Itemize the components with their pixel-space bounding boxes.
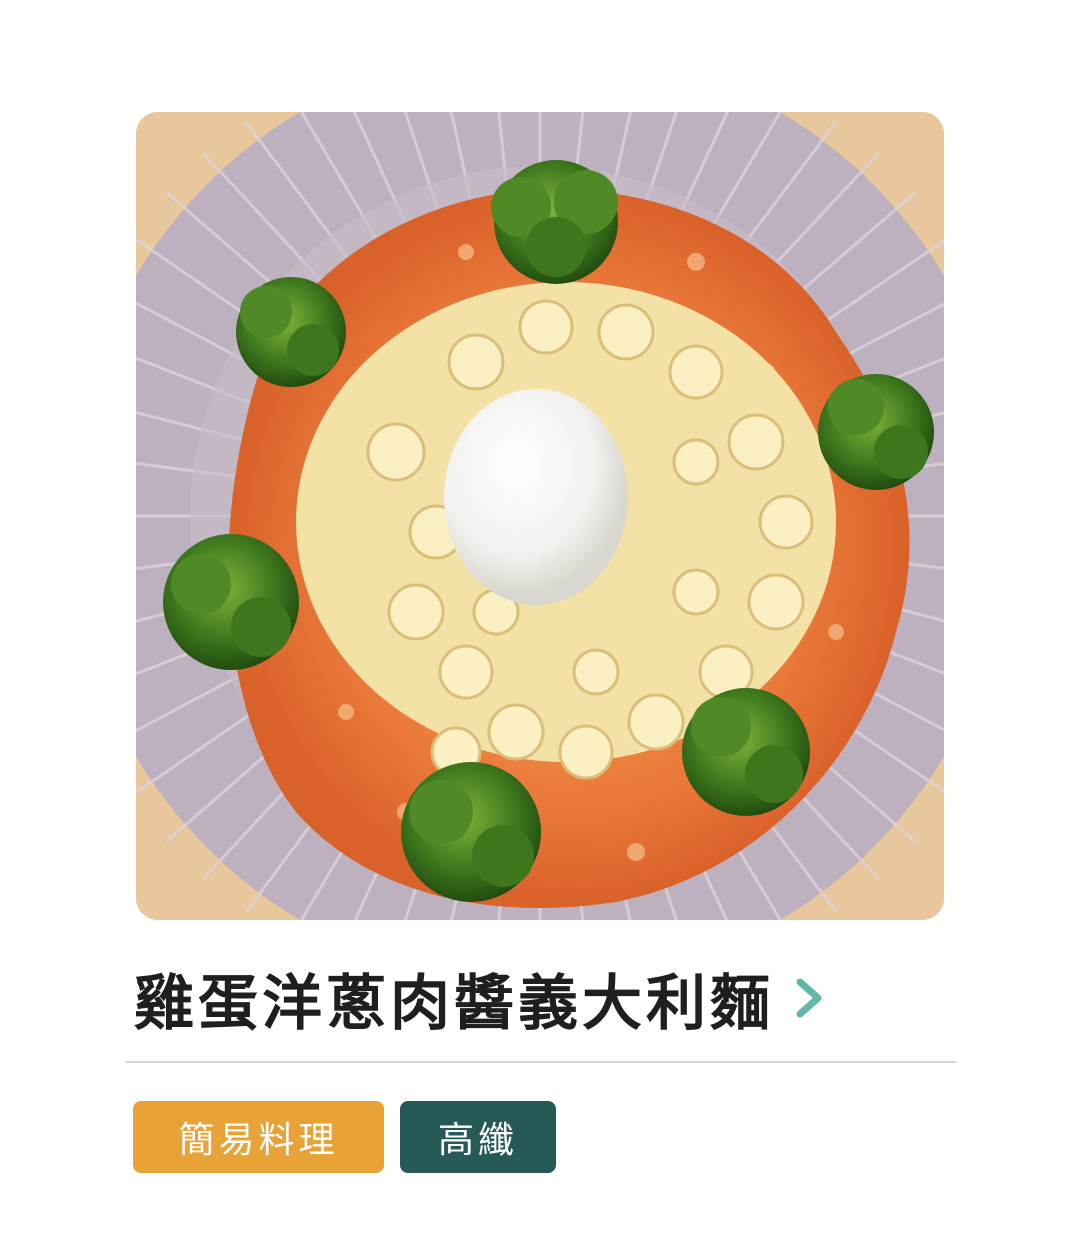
chevron-right-icon[interactable]: [794, 976, 824, 1020]
recipe-title: 雞蛋洋蔥肉醬義大利麵: [134, 968, 774, 1039]
tag-easy-cooking[interactable]: 簡易料理: [133, 1101, 384, 1173]
divider: [126, 1061, 956, 1063]
recipe-photo[interactable]: [136, 112, 944, 920]
tag-list: 簡易料理 高纖: [133, 1101, 556, 1173]
tag-high-fiber[interactable]: 高纖: [400, 1101, 556, 1173]
pasta-dish-illustration: [136, 112, 944, 920]
recipe-title-link[interactable]: 雞蛋洋蔥肉醬義大利麵: [134, 958, 824, 1039]
recipe-card[interactable]: 雞蛋洋蔥肉醬義大利麵 簡易料理 高纖: [0, 0, 1081, 1260]
boiled-egg: [444, 389, 628, 605]
